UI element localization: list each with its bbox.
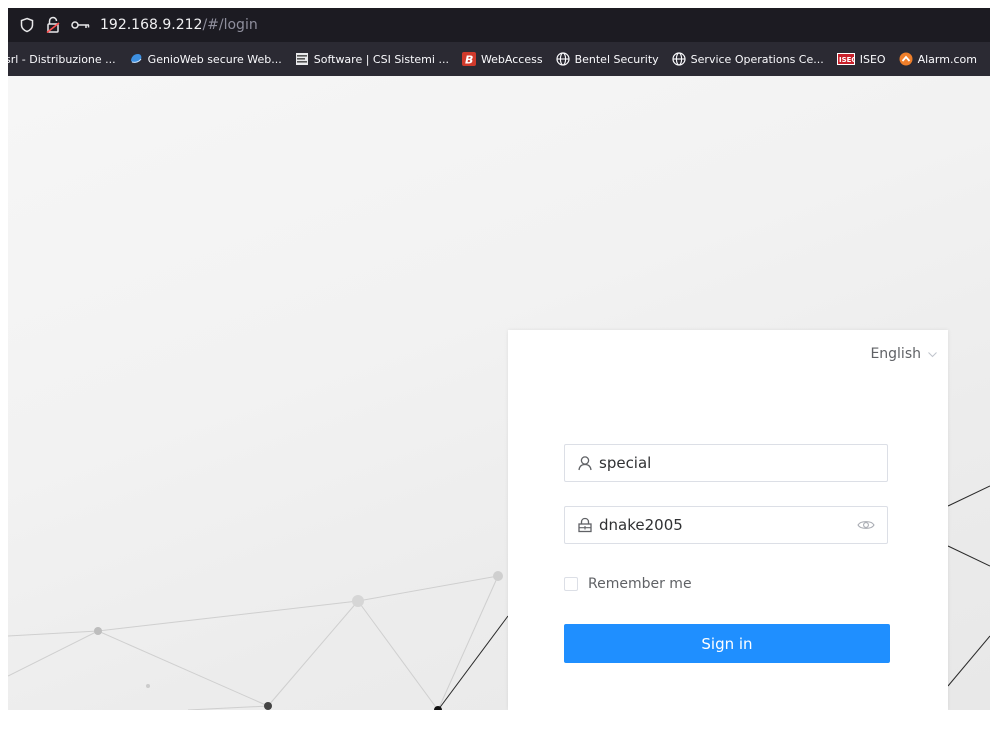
bookmark-label: Bentel Security: [574, 52, 659, 66]
bookmark-iseo[interactable]: ISEO ISEO: [836, 52, 886, 66]
url-path: /#/login: [202, 17, 258, 33]
iseo-icon: ISEO: [836, 52, 855, 66]
bookmark-label: GenioWeb secure Web...: [147, 52, 282, 66]
globe-icon: [555, 52, 570, 66]
password-value: dnake2005: [599, 516, 683, 534]
bookmark-distribuzione[interactable]: srl - Distribuzione ...: [8, 53, 116, 66]
remember-label: Remember me: [588, 576, 692, 592]
language-label: English: [870, 346, 921, 362]
remember-me[interactable]: Remember me: [564, 576, 692, 592]
bookmarks-bar: srl - Distribuzione ... GenioWeb secure …: [8, 42, 990, 76]
svg-text:B: B: [465, 54, 473, 67]
top-margin: [0, 0, 990, 8]
password-field[interactable]: dnake2005: [564, 506, 888, 544]
bottom-margin: [0, 710, 990, 737]
remember-checkbox[interactable]: [564, 577, 578, 591]
genio-icon: [129, 52, 143, 66]
bookmark-csi-software[interactable]: Software | CSI Sistemi ...: [295, 52, 449, 66]
sign-in-button[interactable]: Sign in: [564, 624, 890, 663]
bookmark-alarm[interactable]: Alarm.com: [899, 52, 977, 66]
eye-icon[interactable]: [857, 518, 875, 532]
language-selector[interactable]: English: [870, 346, 938, 362]
bookmark-label: Alarm.com: [917, 52, 977, 66]
login-card: English special dnake2005 Remember me Si: [508, 330, 948, 710]
shield-icon[interactable]: [18, 16, 36, 34]
svg-text:ISEO: ISEO: [839, 56, 855, 64]
globe-icon: [672, 52, 686, 66]
bookmark-service-operations[interactable]: Service Operations Ce...: [672, 52, 824, 66]
bookmark-webaccess[interactable]: B WebAccess: [461, 52, 543, 67]
user-icon: [577, 455, 593, 471]
lock-icon: [577, 517, 593, 533]
bookmark-label: Software | CSI Sistemi ...: [313, 52, 449, 66]
key-icon[interactable]: [70, 16, 92, 34]
username-value: special: [599, 454, 652, 472]
bookmark-label: srl - Distribuzione ...: [8, 52, 116, 66]
bookmark-label: ISEO: [859, 52, 886, 66]
bookmark-genioweb[interactable]: GenioWeb secure Web...: [129, 52, 282, 66]
chevron-down-icon: [927, 349, 938, 360]
url-host: 192.168.9.212: [100, 17, 203, 33]
bookmark-label: Service Operations Ce...: [690, 52, 824, 66]
webaccess-icon: B: [461, 52, 476, 67]
bookmark-label: WebAccess: [480, 52, 543, 66]
lock-warning-icon[interactable]: [44, 16, 62, 34]
bookmark-bentel[interactable]: Bentel Security: [555, 52, 659, 66]
username-field[interactable]: special: [564, 444, 888, 482]
csi-icon: [295, 52, 309, 66]
login-page: English special dnake2005 Remember me Si: [8, 76, 990, 710]
address-bar[interactable]: 192.168.9.212/#/login: [8, 8, 990, 42]
alarm-icon: [899, 52, 913, 66]
